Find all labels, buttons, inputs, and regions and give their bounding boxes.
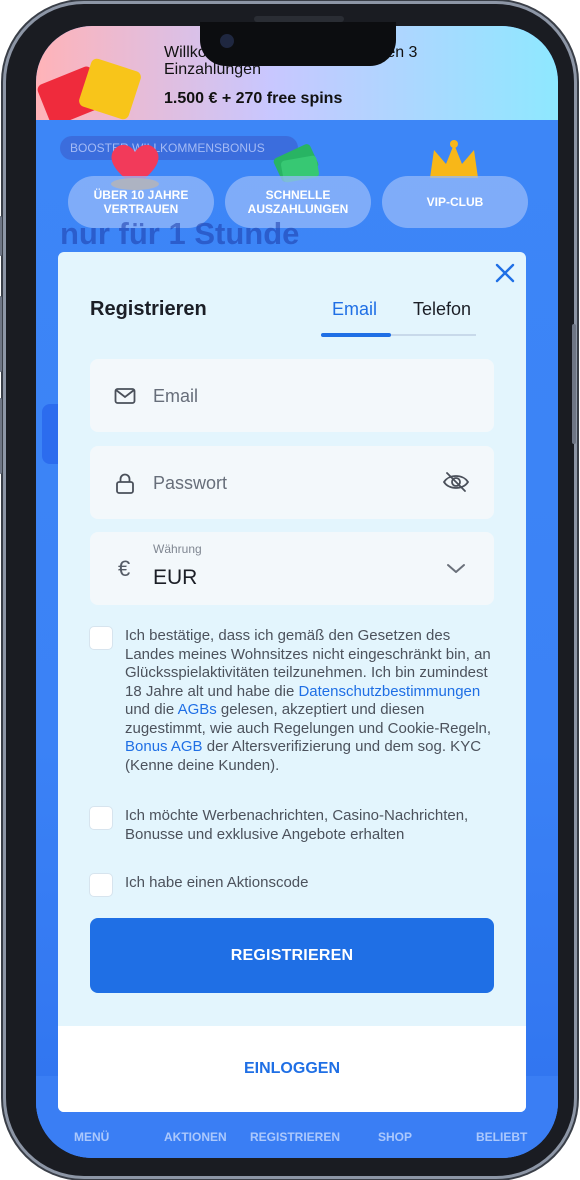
privacy-link[interactable]: Datenschutzbestimmungen xyxy=(298,683,480,700)
terms-part2: und die xyxy=(125,701,178,718)
nav-menu[interactable]: MENÜ xyxy=(74,1130,109,1144)
mail-icon xyxy=(114,388,136,404)
marketing-checkbox[interactable] xyxy=(90,807,112,829)
modal-title: Registrieren xyxy=(90,298,207,320)
password-placeholder: Passwort xyxy=(153,473,228,493)
euro-icon: € xyxy=(118,556,131,581)
password-field[interactable]: Passwort xyxy=(90,446,494,519)
login-link[interactable]: EINLOGGEN xyxy=(58,1060,526,1078)
promo-code-text: Ich habe einen Aktionscode xyxy=(125,874,309,891)
camera-icon xyxy=(220,34,234,48)
registration-modal: Registrieren Email Telefon Email Passwor… xyxy=(58,252,526,1112)
notch xyxy=(200,16,396,66)
email-field[interactable]: Email xyxy=(90,359,494,432)
power-button xyxy=(572,324,576,444)
bonus-agb-link[interactable]: Bonus AGB xyxy=(125,738,203,755)
email-placeholder: Email xyxy=(153,386,199,406)
tab-phone[interactable]: Telefon xyxy=(413,299,471,320)
register-button[interactable]: REGISTRIEREN xyxy=(90,918,494,993)
mute-switch xyxy=(0,216,2,256)
speaker xyxy=(254,16,344,22)
boost-badge: BOOSTER WILLKOMMENSBONUS xyxy=(60,136,298,160)
terms-checkbox[interactable] xyxy=(90,627,112,649)
feature-vip-club: VIP-CLUB xyxy=(382,176,528,228)
background-headline: nur für 1 Stunde xyxy=(60,216,300,251)
currency-label: Währung xyxy=(153,542,202,556)
volume-up-button xyxy=(0,296,2,372)
login-strip: EINLOGGEN xyxy=(58,1026,526,1112)
currency-select[interactable]: € Währung EUR xyxy=(90,532,494,605)
nav-promotions[interactable]: AKTIONEN xyxy=(164,1130,227,1144)
currency-value: EUR xyxy=(153,566,198,589)
promo-code-checkbox[interactable] xyxy=(90,874,112,896)
agb-link[interactable]: AGBs xyxy=(178,701,217,718)
active-tab-indicator xyxy=(321,333,391,337)
nav-register[interactable]: REGISTRIEREN xyxy=(250,1130,340,1144)
eye-off-icon[interactable] xyxy=(442,470,470,494)
terms-text: Ich bestätige, dass ich gemäß den Gesetz… xyxy=(125,627,499,775)
chevron-down-icon xyxy=(447,564,465,573)
gift-icon xyxy=(36,54,143,128)
nav-shop[interactable]: SHOP xyxy=(378,1130,412,1144)
volume-down-button xyxy=(0,398,2,474)
tab-email[interactable]: Email xyxy=(332,299,377,320)
nav-popular[interactable]: BELIEBT xyxy=(476,1130,527,1144)
promo-amount: 1.500 € + 270 free spins xyxy=(164,90,343,107)
marketing-text: Ich möchte Werbenachrichten, Casino-Nach… xyxy=(125,807,469,843)
close-icon[interactable] xyxy=(492,260,518,286)
lock-icon xyxy=(116,473,134,494)
